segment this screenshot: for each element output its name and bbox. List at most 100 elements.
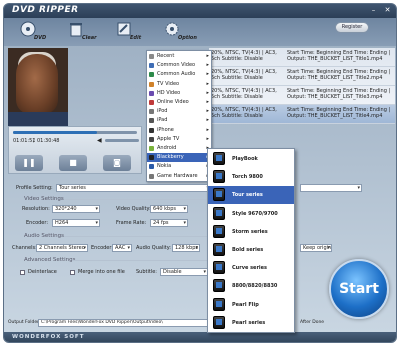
seek-bar[interactable] xyxy=(13,131,137,134)
chevron-right-icon: ▸ xyxy=(206,53,209,59)
audio-settings-header: Audio Settings xyxy=(24,233,64,239)
seek-fill xyxy=(13,131,98,134)
start-button[interactable]: Start xyxy=(329,259,389,319)
edit-label: Edit xyxy=(130,35,142,41)
chevron-right-icon: ▸ xyxy=(206,62,209,69)
resolution-label: Resolution: xyxy=(22,206,50,212)
profile-label: Profile Setting: xyxy=(16,185,53,191)
submenu-item[interactable]: PlayBook xyxy=(208,150,294,168)
list-item[interactable]: 20%, NTSC, TV(4:3) | AC3, 5ch Subtitle: … xyxy=(209,67,395,86)
menu-item-common-audio[interactable]: Common Audio ▸ xyxy=(147,70,211,78)
submenu-item[interactable]: Style 9670/9700 xyxy=(208,205,294,223)
phone-icon xyxy=(213,315,225,329)
phone-icon xyxy=(213,243,225,256)
merge-label: Merge into one file xyxy=(78,269,125,275)
preview-shirt xyxy=(8,112,68,126)
list-item[interactable]: 20%, NTSC, TV(4:3) | AC3, 5ch Subtitle: … xyxy=(209,48,395,67)
submenu-item[interactable]: Pearl series xyxy=(208,314,294,332)
time-separator: / xyxy=(33,138,35,144)
pause-button[interactable]: ❚❚ xyxy=(15,155,43,171)
menu-item-label: iPad xyxy=(157,117,168,124)
menu-item-tv-video[interactable]: TV Video ▸ xyxy=(147,80,211,88)
close-button[interactable]: ✕ xyxy=(383,6,392,15)
divider xyxy=(64,199,209,200)
phone-icon xyxy=(213,170,225,184)
option-button[interactable]: Option xyxy=(164,21,204,43)
menu-item-label: Blackberry xyxy=(157,154,184,161)
menu-item-label: iPhone xyxy=(157,126,174,133)
clear-label: Clear xyxy=(82,35,97,41)
list-item-selected[interactable]: 20%, NTSC, TV(4:3) | AC3, 5ch Subtitle: … xyxy=(209,105,395,124)
chevron-right-icon: ▸ xyxy=(206,71,209,78)
submenu-item-label: Bold series xyxy=(232,247,264,253)
deinterlace-checkbox[interactable] xyxy=(20,270,25,275)
app-window: DVD RIPPER – ✕ DVD Clear Edit Option Reg… xyxy=(3,3,397,343)
submenu-item[interactable]: Bold series xyxy=(208,241,294,259)
register-button[interactable]: Register xyxy=(335,22,369,33)
list-item[interactable]: 20%, NTSC, TV(4:3) | AC3, 5ch Subtitle: … xyxy=(209,86,395,105)
profile-select[interactable]: Tour series xyxy=(56,184,211,192)
submenu-item[interactable]: Torch 9800 xyxy=(208,168,294,186)
frame-rate-label: Frame Rate: xyxy=(116,220,147,226)
snapshot-button[interactable]: ◙ xyxy=(103,155,131,171)
video-quality-select[interactable]: 640 kbps xyxy=(150,205,188,213)
submenu-item[interactable]: Tour series xyxy=(208,186,294,205)
menu-item-hd-video[interactable]: HD Video ▸ xyxy=(147,89,211,97)
player-controls: 01:01:51 / 01:30:48 ◀ ❚❚ ■ ◙ xyxy=(8,126,142,174)
submenu-item[interactable]: 8800/8820/8830 xyxy=(208,277,294,295)
after-done-option[interactable]: After Done xyxy=(300,320,324,325)
menu-item-nokia[interactable]: Nokia▸ xyxy=(147,162,211,170)
merge-checkbox[interactable] xyxy=(70,270,75,275)
audio-quality-select[interactable]: 128 kbps xyxy=(172,244,200,252)
frame-rate-select[interactable]: 24 fps xyxy=(150,219,188,227)
subtitle-label: Subtitle: xyxy=(136,269,157,275)
menu-item-ipad[interactable]: iPad ▸ xyxy=(147,116,211,124)
phone-icon xyxy=(213,297,225,311)
keep-origins-select[interactable]: Keep origins xyxy=(300,244,332,252)
submenu-item[interactable]: Pearl Flip xyxy=(208,296,294,314)
chevron-right-icon: ▸ xyxy=(206,80,209,87)
category-icon xyxy=(149,63,154,69)
speaker-icon: ◀ xyxy=(97,137,102,144)
encoder-select[interactable]: H264 xyxy=(52,219,100,227)
video-quality-label: Video Quality: xyxy=(116,206,151,212)
edit-button[interactable]: Edit xyxy=(116,21,148,43)
minimize-button[interactable]: – xyxy=(369,6,378,15)
menu-item-label: Online Video xyxy=(157,99,189,105)
submenu-item[interactable]: Curve series xyxy=(208,259,294,277)
menu-item-recent[interactable]: Recent ▸ xyxy=(147,52,211,60)
deinterlace-label: Deinterlace xyxy=(28,269,57,275)
subtitle-select[interactable]: Disable xyxy=(160,268,208,276)
menu-item-android[interactable]: Android▸ xyxy=(147,144,211,152)
dvd-label: DVD xyxy=(34,35,47,41)
audio-encoder-select[interactable]: AAC xyxy=(112,244,132,252)
app-title: DVD RIPPER xyxy=(12,5,79,15)
category-icon xyxy=(149,81,154,87)
menu-item-apple-tv[interactable]: Apple TV ▸ xyxy=(147,135,211,143)
volume-slider[interactable] xyxy=(105,139,139,142)
category-icon xyxy=(149,173,154,179)
menu-item-game-hardware[interactable]: Game Hardware▸ xyxy=(147,172,211,180)
menu-item-common-video[interactable]: Common Video ▸ xyxy=(147,61,211,69)
load-dvd-button[interactable]: DVD xyxy=(20,21,50,43)
category-icon xyxy=(149,155,154,161)
chevron-right-icon: ▸ xyxy=(206,99,209,105)
category-icon xyxy=(149,127,154,133)
menu-item-online-video[interactable]: Online Video ▸ xyxy=(147,98,211,106)
phone-icon xyxy=(213,188,225,202)
stop-button[interactable]: ■ xyxy=(59,155,87,171)
menu-item-blackberry[interactable]: Blackberry▸ xyxy=(147,153,211,162)
menu-item-ipod[interactable]: iPod ▸ xyxy=(147,107,211,115)
clear-button[interactable]: Clear xyxy=(68,21,102,43)
submenu-item-label: Tour series xyxy=(232,192,263,199)
chevron-right-icon: ▸ xyxy=(206,135,209,142)
resolution-select[interactable]: 320*240 xyxy=(52,205,100,213)
category-icon xyxy=(149,100,154,105)
submenu-item[interactable]: Storm series xyxy=(208,223,294,241)
menu-item-iphone[interactable]: iPhone ▸ xyxy=(147,126,211,134)
category-icon xyxy=(149,109,154,115)
profile-select-extension[interactable] xyxy=(300,184,362,192)
submenu-item-label: PlayBook xyxy=(232,156,258,162)
phone-icon xyxy=(213,224,225,238)
channels-select[interactable]: 2 Channels Stereo xyxy=(36,244,88,252)
